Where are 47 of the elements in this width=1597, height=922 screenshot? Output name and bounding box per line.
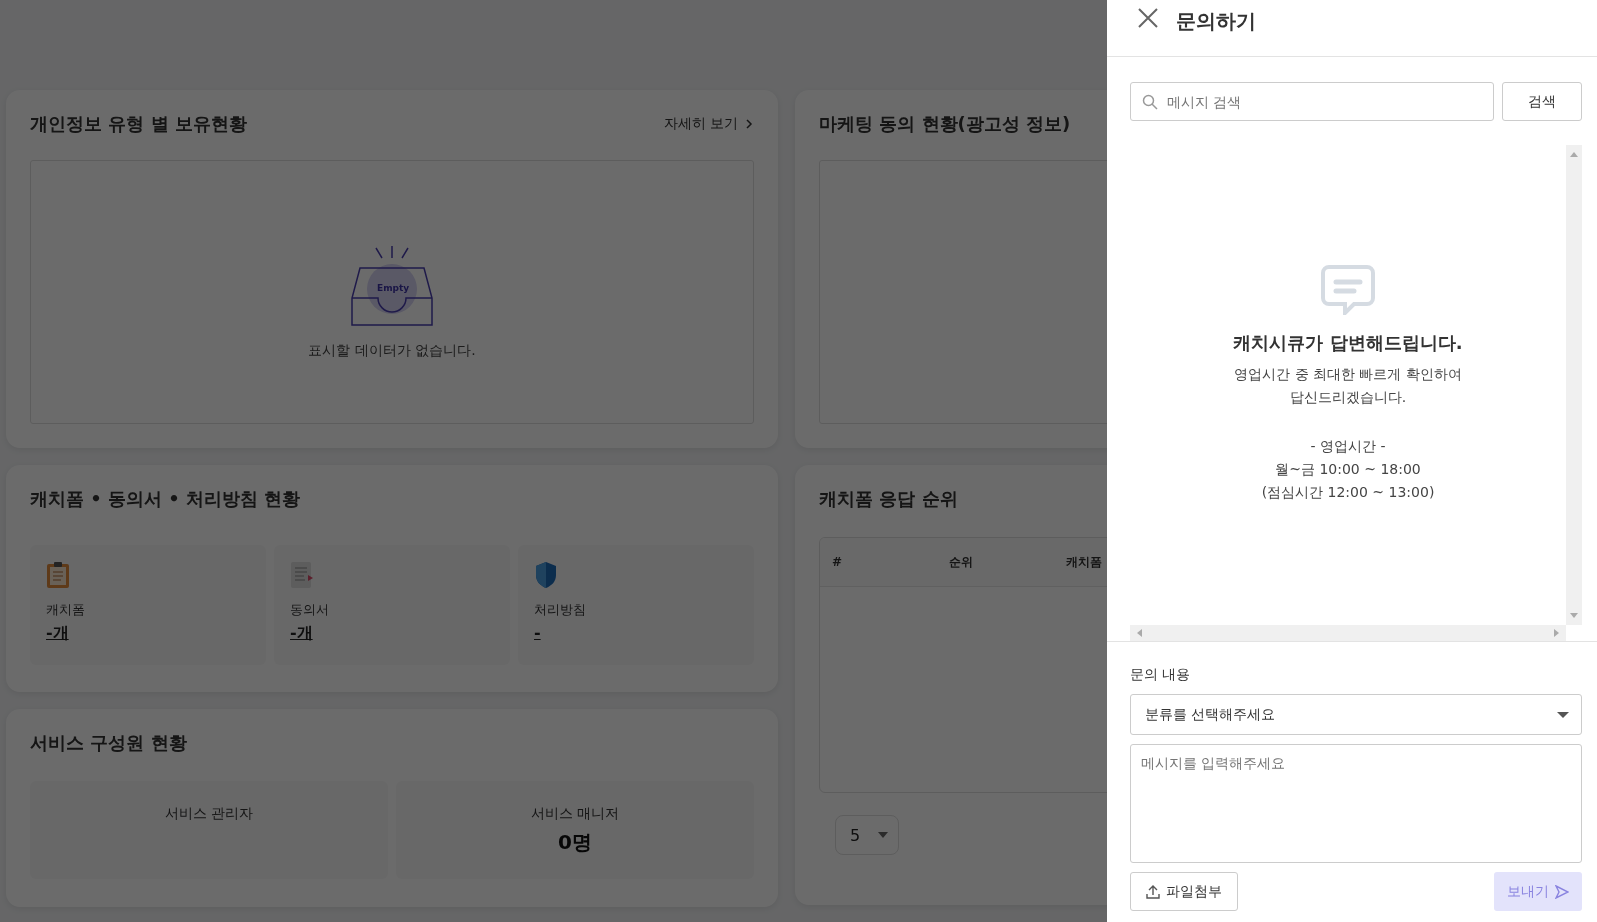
scroll-left-icon[interactable] [1136, 629, 1142, 637]
clipboard-icon [46, 561, 70, 589]
category-select[interactable]: 분류를 선택해주세요 [1130, 694, 1582, 735]
scroll-up-icon[interactable] [1570, 151, 1578, 157]
caret-icon [1557, 711, 1569, 718]
stat-label: 처리방침 [534, 601, 586, 619]
empty-inbox-icon [350, 244, 434, 326]
stat-value-link[interactable]: - [534, 623, 541, 642]
card-title: 마케팅 동의 현황(광고성 정보) [819, 112, 1071, 136]
member-label: 서비스 매니저 [530, 805, 620, 823]
stat-value-link[interactable]: -개 [46, 623, 69, 644]
shield-icon [534, 561, 558, 589]
stat-label: 동의서 [290, 601, 329, 619]
form-label: 문의 내용 [1130, 666, 1192, 684]
column-header: # [832, 555, 844, 569]
card-title: 캐치폼 • 동의서 • 처리방침 현황 [30, 487, 301, 511]
more-link[interactable]: 자세히 보기 [663, 115, 754, 133]
column-header: 순위 [949, 553, 974, 571]
page-size-select[interactable]: 5 [835, 815, 899, 855]
search-field[interactable]: 메시지 검색 [1130, 82, 1494, 121]
close-icon[interactable] [1138, 8, 1158, 28]
card-title: 개인정보 유형 별 보유현황 [30, 112, 247, 136]
chevron-right-icon [744, 118, 754, 130]
empty-label: Empty [377, 283, 410, 293]
search-icon [1142, 94, 1158, 110]
caret-icon [878, 832, 888, 838]
scroll-down-icon[interactable] [1570, 613, 1578, 619]
column-header: 캐치폼 [1066, 553, 1103, 571]
empty-message: 표시할 데이터가 없습니다. [308, 342, 476, 360]
send-icon [1555, 884, 1569, 899]
stat-value-link[interactable]: -개 [290, 623, 313, 644]
card-title: 캐치폼 응답 순위 [819, 487, 958, 511]
intro-heading: 캐치시큐가 답변해드립니다. [1233, 331, 1463, 355]
message-input[interactable]: 메시지를 입력해주세요 [1130, 744, 1582, 863]
card-title: 서비스 구성원 현황 [30, 731, 187, 755]
upload-icon [1146, 884, 1160, 899]
drawer-title: 문의하기 [1176, 8, 1256, 35]
stat-label: 캐치폼 [46, 601, 85, 619]
intro-message: 영업시간 중 최대한 빠르게 확인하여 답신드리겠습니다. [1234, 365, 1462, 407]
member-label: 서비스 관리자 [164, 805, 254, 823]
business-hours: - 영업시간 - 월~금 10:00 ~ 18:00 (점심시간 12:00 ~ 13:00) [1261, 437, 1435, 502]
attach-file-button[interactable]: 파일첨부 [1130, 872, 1238, 911]
scroll-right-icon[interactable] [1554, 629, 1560, 637]
search-button[interactable]: 검색 [1502, 82, 1582, 121]
chat-bubble-icon [1321, 265, 1375, 315]
member-count: 0명 [558, 829, 592, 856]
document-icon [290, 561, 314, 589]
